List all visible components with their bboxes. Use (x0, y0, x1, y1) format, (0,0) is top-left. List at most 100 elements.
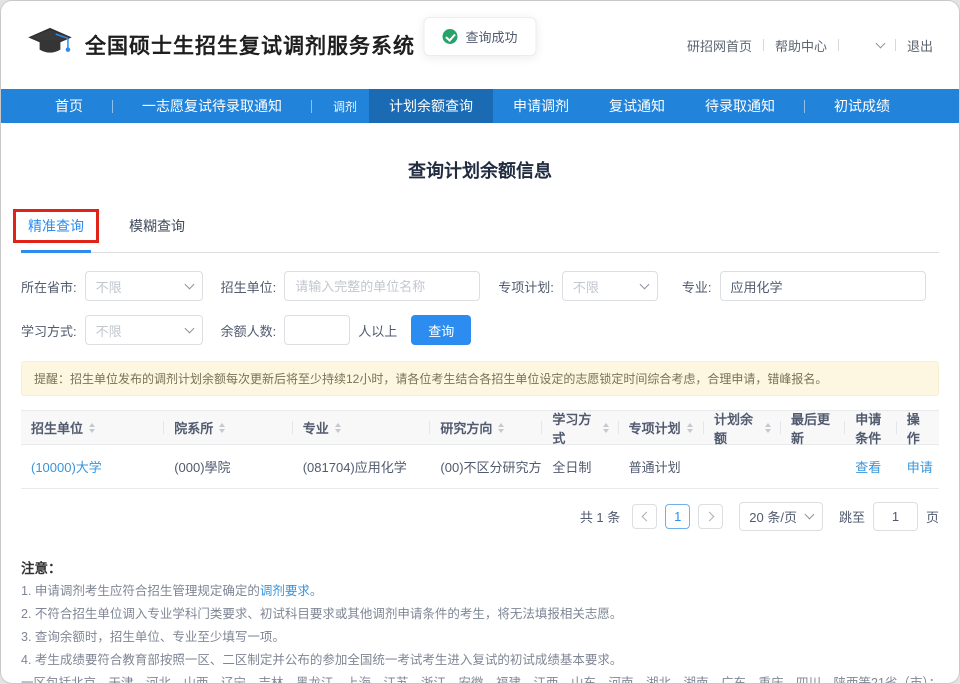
top-bar: 全国硕士生招生复试调剂服务系统 查询成功 研招网首页 帮助中心 退出 (1, 1, 959, 89)
page-size-select[interactable]: 20 条/页 (739, 502, 823, 531)
brand: 全国硕士生招生复试调剂服务系统 (27, 26, 415, 65)
column-header-major[interactable]: 专业 (293, 411, 431, 444)
query-tabs: 精准查询 模糊查询 (21, 205, 939, 253)
province-select[interactable]: 不限 (85, 271, 203, 301)
link-help-center[interactable]: 帮助中心 (775, 36, 827, 55)
cell-major: (081704)应用化学 (293, 457, 431, 476)
column-header-study-mode[interactable]: 学习方式 (542, 411, 618, 444)
form-row-2: 学习方式: 不限 余额人数: 人以上 查询 (21, 315, 939, 345)
unit-input[interactable] (284, 271, 480, 301)
pagination: 共 1 条 1 20 条/页 跳至 页 (21, 502, 939, 531)
graduation-cap-icon (27, 26, 73, 65)
province-label: 所在省市: (21, 277, 77, 296)
next-page-button[interactable] (698, 504, 723, 529)
major-input[interactable] (720, 271, 926, 301)
apply-link[interactable]: 申请 (897, 457, 939, 476)
chevron-right-icon (704, 512, 714, 522)
divider (838, 39, 839, 51)
sort-icon[interactable] (765, 423, 771, 433)
nav-item-admission-notice[interactable]: 待录取通知 (685, 89, 795, 123)
toast-text: 查询成功 (465, 27, 517, 46)
cell-unit-link[interactable]: (10000)大学 (21, 457, 164, 476)
search-button[interactable]: 查询 (411, 315, 471, 345)
nav-divider (112, 100, 113, 113)
chevron-left-icon (641, 512, 651, 522)
column-header-last-update: 最后更新 (781, 411, 845, 444)
divider (895, 39, 896, 51)
nav-item-apply-transfer[interactable]: 申请调剂 (493, 89, 589, 123)
sort-icon[interactable] (687, 423, 693, 433)
chevron-down-icon (805, 510, 815, 520)
success-check-icon (442, 29, 457, 44)
chevron-down-icon (639, 279, 649, 289)
notes-section: 注意： 1. 申请调剂考生应符合招生管理规定确定的调剂要求。 2. 不符合招生单… (21, 557, 939, 684)
main-nav: 首页 一志愿复试待录取通知 调剂 计划余额查询 申请调剂 复试通知 待录取通知 … (1, 89, 959, 123)
note-item-4-zone1: 一区包括北京、天津、河北、山西、辽宁、吉林、黑龙江、上海、江苏、浙江、安徽、福建… (21, 672, 939, 684)
reminder-banner: 提醒：招生单位发布的调剂计划余额每次更新后将至少持续12小时，请各位考生结合各招… (21, 361, 939, 396)
top-links: 研招网首页 帮助中心 退出 (687, 36, 933, 55)
jump-page-input[interactable] (873, 502, 918, 531)
nav-item-home[interactable]: 首页 (35, 89, 103, 123)
prev-page-button[interactable] (632, 504, 657, 529)
column-header-special-plan[interactable]: 专项计划 (619, 411, 704, 444)
transfer-requirements-link[interactable]: 调剂要求 (260, 584, 310, 598)
divider (763, 39, 764, 51)
table-row: (10000)大学 (000)學院 (081704)应用化学 (00)不区分研究… (21, 445, 939, 489)
column-header-quota[interactable]: 计划余额 (704, 411, 781, 444)
column-header-unit[interactable]: 招生单位 (21, 411, 164, 444)
query-form: 所在省市: 不限 招生单位: 专项计划: 不限 专业: 学习方式: 不限 (21, 271, 939, 345)
sort-icon[interactable] (603, 423, 609, 433)
note-item-1: 1. 申请调剂考生应符合招生管理规定确定的调剂要求。 (21, 580, 939, 603)
note-item-2: 2. 不符合招生单位调入专业学科门类要求、初试科目要求或其他调剂申请条件的考生，… (21, 603, 939, 626)
column-header-conditions: 申请条件 (845, 411, 896, 444)
special-plan-label: 专项计划: (498, 277, 554, 296)
chevron-down-icon (184, 323, 194, 333)
cell-department: (000)學院 (164, 457, 293, 476)
province-select-value: 不限 (96, 277, 122, 296)
nav-item-quota-query[interactable]: 计划余额查询 (369, 89, 493, 123)
tab-fuzzy-query[interactable]: 模糊查询 (127, 208, 187, 249)
sort-icon[interactable] (335, 423, 341, 433)
form-row-1: 所在省市: 不限 招生单位: 专项计划: 不限 专业: (21, 271, 939, 301)
unit-label: 招生单位: (221, 277, 277, 296)
tab-precise-query[interactable]: 精准查询 (23, 205, 89, 252)
user-menu[interactable] (850, 44, 884, 47)
toast-message: 查询成功 (423, 17, 536, 56)
jump-to-label: 跳至 (839, 507, 865, 526)
nav-item-initial-score[interactable]: 初试成绩 (814, 89, 910, 123)
sort-icon[interactable] (498, 423, 504, 433)
column-header-direction[interactable]: 研究方向 (430, 411, 542, 444)
study-mode-select[interactable]: 不限 (85, 315, 203, 345)
chevron-down-icon (876, 38, 886, 48)
special-plan-select-value: 不限 (573, 277, 599, 296)
page-unit-label: 页 (926, 507, 939, 526)
sort-icon[interactable] (219, 423, 225, 433)
current-page[interactable]: 1 (665, 504, 690, 529)
column-header-actions: 操作 (897, 411, 939, 444)
nav-item-first-choice-notice[interactable]: 一志愿复试待录取通知 (122, 89, 302, 123)
view-conditions-link[interactable]: 查看 (845, 457, 896, 476)
nav-divider (311, 100, 312, 113)
major-label: 专业: (682, 277, 712, 296)
study-mode-label: 学习方式: (21, 321, 77, 340)
quota-count-input[interactable] (284, 315, 350, 345)
red-highlight-annotation: 精准查询 (13, 209, 99, 243)
app-window: 全国硕士生招生复试调剂服务系统 查询成功 研招网首页 帮助中心 退出 首页 一志… (0, 0, 960, 684)
page-title: 查询计划余额信息 (21, 157, 939, 183)
sort-icon[interactable] (89, 423, 95, 433)
quota-count-label: 余额人数: (221, 321, 277, 340)
cell-special-plan: 普通计划 (619, 457, 704, 476)
column-header-department[interactable]: 院系所 (164, 411, 293, 444)
note-item-4: 4. 考生成绩要符合教育部按照一区、二区制定并公布的参加全国统一考试考生进入复试… (21, 649, 939, 672)
quota-suffix-text: 人以上 (358, 321, 397, 340)
nav-divider (804, 100, 805, 113)
special-plan-select[interactable]: 不限 (562, 271, 658, 301)
link-site-home[interactable]: 研招网首页 (687, 36, 752, 55)
results-table: 招生单位 院系所 专业 研究方向 学习方式 (21, 410, 939, 489)
total-count: 共 1 条 (580, 507, 620, 526)
page-size-value: 20 条/页 (749, 507, 797, 526)
notes-title: 注意： (21, 557, 939, 580)
table-header: 招生单位 院系所 专业 研究方向 学习方式 (21, 411, 939, 445)
nav-item-retest-notice[interactable]: 复试通知 (589, 89, 685, 123)
logout-button[interactable]: 退出 (907, 36, 933, 55)
